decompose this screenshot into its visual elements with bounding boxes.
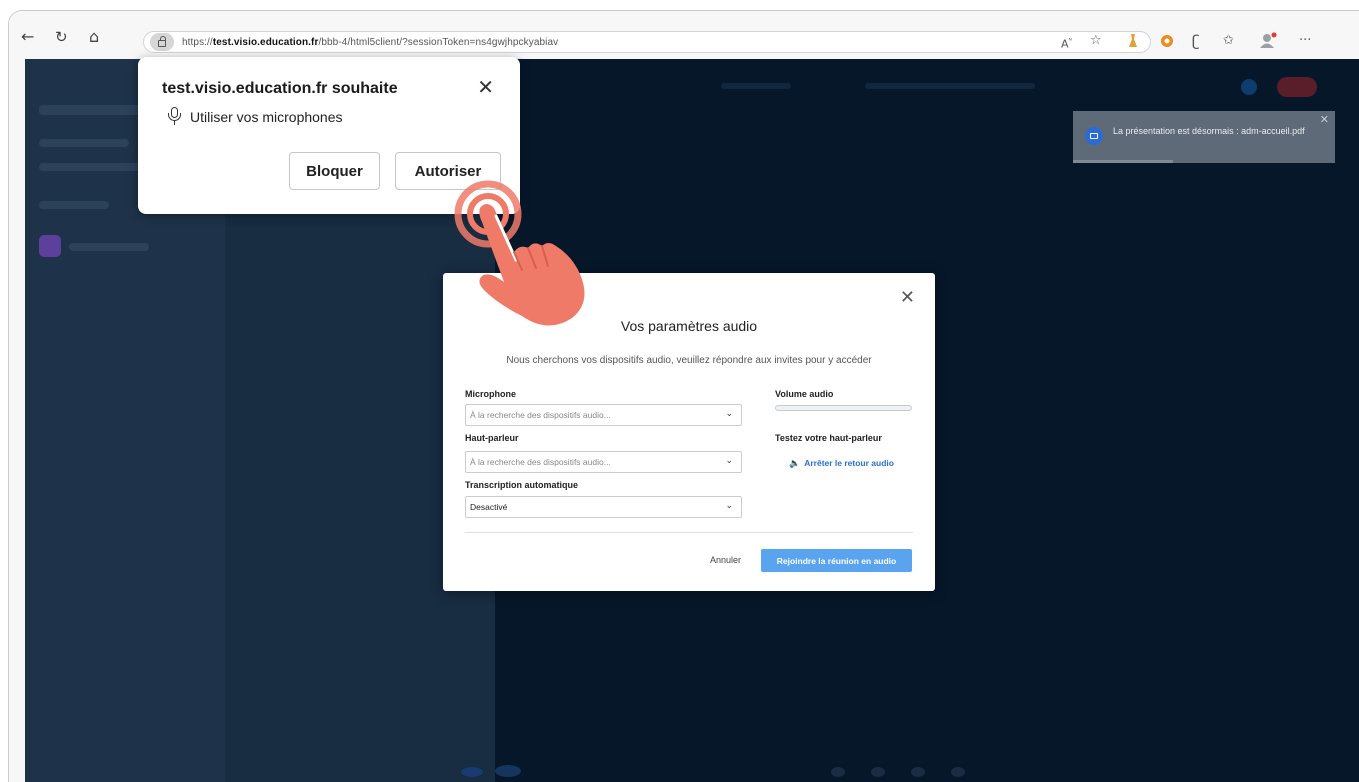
sidebar-heading <box>39 105 149 115</box>
cancel-button[interactable]: Annuler <box>710 555 741 565</box>
toast-message: La présentation est désormais : adm-accu… <box>1113 126 1305 136</box>
more-icon[interactable]: ··· <box>1299 34 1311 48</box>
refresh-icon[interactable]: ↻ <box>55 29 68 45</box>
header-button <box>1241 79 1257 95</box>
speaker-test-label: Testez votre haut-parleur <box>775 433 882 443</box>
microphone-value: À la recherche des dispositifs audio... <box>470 410 611 420</box>
profile-icon[interactable] <box>1259 32 1277 48</box>
transcription-label: Transcription automatique <box>465 480 579 490</box>
chevron-down-icon: ⌄ <box>725 501 733 511</box>
browser-toolbar: ← ↻ ⌂ https://test.visio.education.fr/bb… <box>9 11 1359 61</box>
divider <box>465 532 913 533</box>
header-item <box>865 83 1035 89</box>
chevron-down-icon: ⌄ <box>725 456 733 466</box>
transcription-value: Desactivé <box>470 502 508 512</box>
microphone-label: Microphone <box>465 389 516 399</box>
back-icon[interactable]: ← <box>21 29 34 45</box>
stop-echo-label: Arrêter le retour audio <box>804 458 894 468</box>
volume-label: Volume audio <box>775 389 834 399</box>
microphone-icon <box>168 107 181 127</box>
control-button <box>871 767 885 777</box>
permission-request: Utiliser vos microphones <box>190 109 343 125</box>
extension-icon[interactable] <box>1160 34 1174 48</box>
tap-hand-icon <box>454 180 585 326</box>
read-aloud-icon[interactable]: Aᴺ <box>1061 34 1072 52</box>
action-button <box>461 767 483 777</box>
address-bar[interactable]: https://test.visio.education.fr/bbb-4/ht… <box>143 31 1151 53</box>
close-icon[interactable]: ✕ <box>477 77 494 97</box>
url-text: https://test.visio.education.fr/bbb-4/ht… <box>182 36 559 48</box>
action-button <box>495 765 521 777</box>
control-button <box>911 767 925 777</box>
modal-subtitle: Nous cherchons vos dispositifs audio, ve… <box>506 355 872 366</box>
speaker-icon: 🔈 <box>789 459 801 469</box>
speaker-label: Haut-parleur <box>465 433 519 443</box>
volume-meter <box>775 405 912 411</box>
copilot-icon[interactable]: ʗ <box>1192 34 1200 49</box>
close-icon[interactable]: ✕ <box>900 289 915 307</box>
microphone-select[interactable]: À la recherche des dispositifs audio... … <box>465 404 742 426</box>
chevron-down-icon: ⌄ <box>725 409 733 419</box>
control-button <box>951 767 965 777</box>
sidebar-item <box>39 139 129 147</box>
prompt-title: test.visio.education.fr souhaite <box>162 80 398 97</box>
close-icon[interactable]: ✕ <box>1320 113 1329 126</box>
notification-toast: La présentation est désormais : adm-accu… <box>1073 111 1335 163</box>
speaker-value: À la recherche des dispositifs audio... <box>470 457 611 467</box>
toast-progress <box>1073 160 1173 163</box>
join-audio-button[interactable]: Rejoindre la réunion en audio <box>761 549 912 572</box>
avatar <box>39 235 61 257</box>
user-name <box>69 243 149 251</box>
presentation-icon <box>1085 127 1103 145</box>
speaker-select[interactable]: À la recherche des dispositifs audio... … <box>465 451 742 473</box>
lock-icon[interactable] <box>150 33 174 51</box>
favorites-icon[interactable]: ✩ <box>1223 34 1234 48</box>
extension-icon[interactable] <box>1128 34 1138 48</box>
header-item <box>721 83 791 89</box>
favorite-star-icon[interactable]: ☆ <box>1090 34 1102 48</box>
sidebar-heading <box>39 201 109 209</box>
home-icon[interactable]: ⌂ <box>89 29 99 45</box>
block-button[interactable]: Bloquer <box>289 152 380 190</box>
transcription-select[interactable]: Desactivé ⌄ <box>465 496 742 518</box>
leave-button <box>1277 77 1317 97</box>
stop-echo-link[interactable]: 🔈 Arrêter le retour audio <box>789 458 894 469</box>
control-button <box>831 767 845 777</box>
